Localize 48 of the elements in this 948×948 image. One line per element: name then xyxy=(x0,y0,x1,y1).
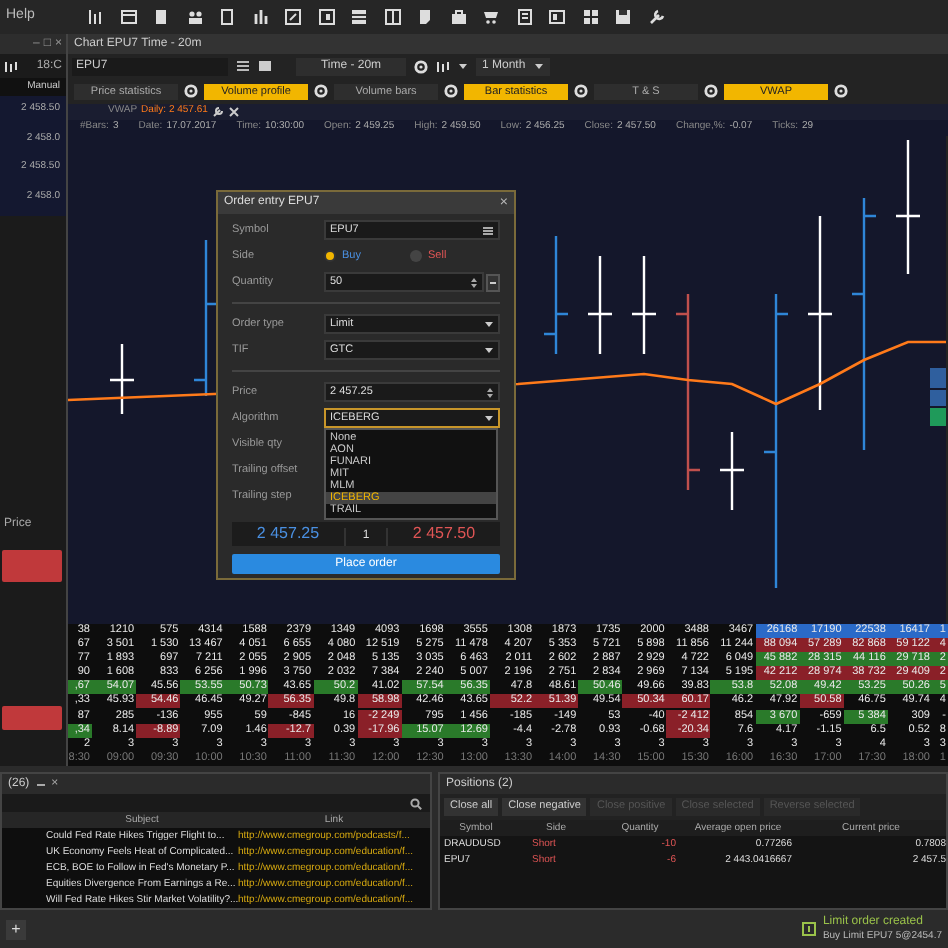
list-icon[interactable] xyxy=(236,60,250,72)
document-icon[interactable] xyxy=(218,8,236,26)
ask-price: 2 457.50 xyxy=(410,522,478,546)
minimize-icon[interactable] xyxy=(35,779,46,789)
save-icon[interactable] xyxy=(614,8,632,26)
document-icon[interactable] xyxy=(152,8,170,26)
add-button[interactable]: + xyxy=(6,919,26,939)
settings-icon[interactable] xyxy=(414,59,428,73)
caret-icon xyxy=(484,346,494,354)
window-icon[interactable] xyxy=(548,8,566,26)
list-icon[interactable] xyxy=(482,225,494,235)
settings-icon[interactable] xyxy=(574,84,588,98)
caret-icon xyxy=(484,320,494,328)
price-cross xyxy=(894,138,922,276)
settings-icon[interactable] xyxy=(184,84,198,98)
people-icon[interactable] xyxy=(185,8,203,26)
settings-icon[interactable] xyxy=(314,84,328,98)
document-icon[interactable] xyxy=(416,8,434,26)
cart-icon[interactable] xyxy=(482,8,500,26)
price-cross xyxy=(630,254,658,356)
caret-icon xyxy=(458,62,468,70)
settings-icon[interactable] xyxy=(704,84,718,98)
window-icon[interactable] xyxy=(258,60,272,72)
bid-price: 2 457.25 xyxy=(254,522,322,546)
close-icon[interactable] xyxy=(227,106,240,118)
document-icon[interactable] xyxy=(515,8,533,26)
window-icon[interactable] xyxy=(317,8,335,26)
caret-icon xyxy=(533,62,544,70)
price-bar xyxy=(542,234,570,356)
settings-icon[interactable] xyxy=(834,84,848,98)
search-icon[interactable] xyxy=(410,797,422,809)
price-cross xyxy=(718,430,746,512)
price-cross xyxy=(586,254,614,356)
bars-icon[interactable] xyxy=(251,8,269,26)
bars-icon[interactable] xyxy=(4,60,18,72)
caret-icon xyxy=(484,414,494,422)
price-cross xyxy=(108,342,136,416)
wrench-icon[interactable] xyxy=(647,8,665,26)
bars-icon[interactable] xyxy=(436,60,450,72)
settings-icon[interactable] xyxy=(444,84,458,98)
window-icon[interactable] xyxy=(119,8,137,26)
bars-icon[interactable] xyxy=(86,8,104,26)
spinner-icon[interactable] xyxy=(486,385,494,399)
wrench-icon[interactable] xyxy=(211,106,224,118)
briefcase-icon[interactable] xyxy=(449,8,467,26)
spinner-icon[interactable] xyxy=(470,275,478,289)
info-icon xyxy=(802,922,817,936)
window-icon[interactable] xyxy=(284,8,302,26)
